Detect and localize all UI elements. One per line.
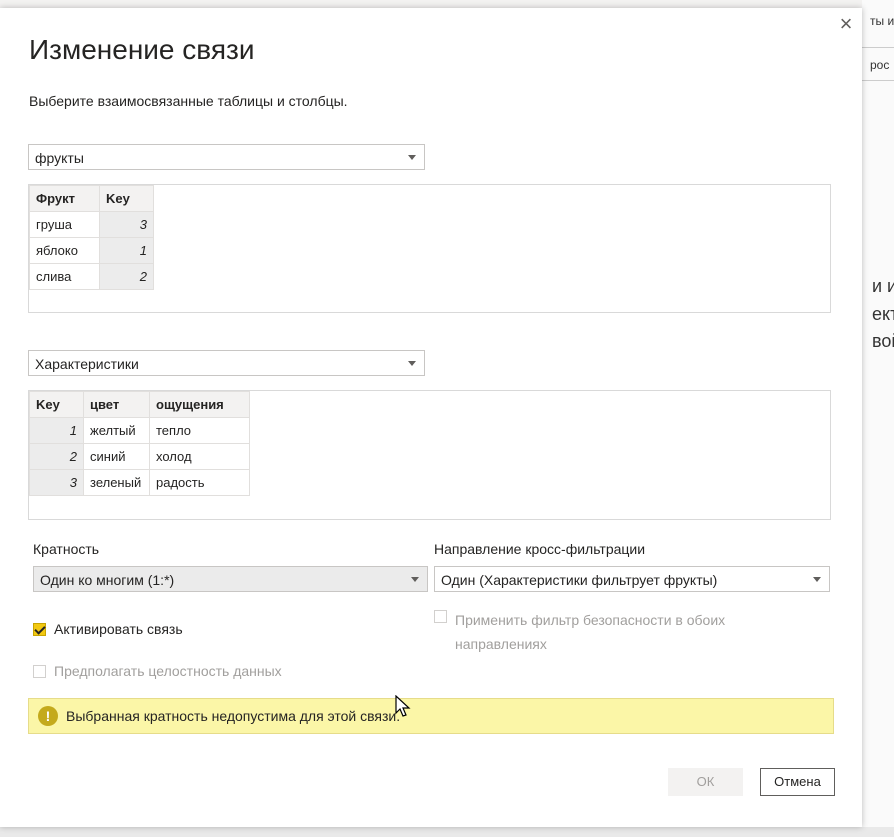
cardinality-label: Кратность (33, 541, 100, 557)
cell: 2 (99, 263, 154, 290)
chevron-down-icon (411, 577, 419, 582)
activate-relationship-checkbox[interactable]: Активировать связь (33, 621, 183, 637)
background-text: рос (870, 58, 890, 72)
background-app-statusbar (0, 827, 894, 837)
table2-preview: Key цвет ощущения 1 желтый тепло 2 синий… (28, 390, 831, 520)
security-filter-checkbox: Применить фильтр безопасности в обоих на… (434, 608, 725, 656)
table2-grid: Key цвет ощущения 1 желтый тепло 2 синий… (29, 391, 250, 496)
table1-select[interactable]: фрукты (28, 144, 425, 170)
divider (862, 80, 894, 81)
cardinality-select[interactable]: Один ко многим (1:*) (33, 566, 428, 592)
cell: тепло (149, 417, 250, 444)
divider (862, 47, 894, 48)
table-header-row: Фрукт Key (29, 185, 154, 212)
chevron-down-icon (408, 361, 416, 366)
cell: 1 (29, 417, 84, 444)
table1-preview: Фрукт Key груша 3 яблоко 1 слива 2 (28, 184, 831, 313)
table2-select[interactable]: Характеристики (28, 350, 425, 376)
table-row: 2 синий холод (29, 443, 250, 470)
security-filter-line2: направлениях (455, 636, 547, 652)
chevron-down-icon (408, 155, 416, 160)
checkbox-disabled-icon (434, 610, 447, 623)
cell: синий (83, 443, 150, 470)
warning-text: Выбранная кратность недопустима для этой… (66, 708, 401, 724)
table1-select-value: фрукты (35, 150, 84, 166)
crossfilter-label: Направление кросс-фильтрации (434, 541, 646, 557)
cardinality-select-value: Один ко многим (1:*) (40, 572, 175, 588)
background-text: ект (872, 304, 894, 324)
table1-grid: Фрукт Key груша 3 яблоко 1 слива 2 (29, 185, 154, 290)
table-row: слива 2 (29, 263, 154, 290)
table-row: 1 желтый тепло (29, 417, 250, 444)
cell: 3 (29, 469, 84, 496)
column-header[interactable]: цвет (83, 391, 150, 418)
activate-relationship-label: Активировать связь (54, 621, 183, 637)
background-app-panel: ты и рос и ил ект вой (862, 0, 894, 837)
cell: холод (149, 443, 250, 470)
warning-banner: ! Выбранная кратность недопустима для эт… (28, 698, 834, 734)
assume-integrity-checkbox: Предполагать целостность данных (33, 663, 282, 679)
chevron-down-icon (813, 577, 821, 582)
table-row: яблоко 1 (29, 237, 154, 264)
cell: радость (149, 469, 250, 496)
cancel-button[interactable]: Отмена (760, 768, 835, 796)
dialog-subtitle: Выберите взаимосвязанные таблицы и столб… (29, 93, 348, 109)
cell: 2 (29, 443, 84, 470)
background-text: вой (872, 331, 894, 351)
assume-integrity-label: Предполагать целостность данных (54, 663, 282, 679)
close-icon[interactable]: × (835, 13, 857, 35)
column-header[interactable]: Фрукт (29, 185, 100, 212)
security-filter-label: Применить фильтр безопасности в обоих на… (455, 608, 725, 656)
cell: зеленый (83, 469, 150, 496)
column-header[interactable]: Key (29, 391, 84, 418)
background-text: и ил (872, 276, 894, 296)
column-header[interactable]: ощущения (149, 391, 250, 418)
checkbox-checked-icon[interactable] (33, 622, 46, 636)
cell: яблоко (29, 237, 100, 264)
cell: 3 (99, 211, 154, 238)
edit-relationship-dialog: × Изменение связи Выберите взаимосвязанн… (0, 8, 862, 827)
security-filter-line1: Применить фильтр безопасности в обоих (455, 612, 726, 628)
crossfilter-select-value: Один (Характеристики фильтрует фрукты) (441, 572, 718, 588)
table-header-row: Key цвет ощущения (29, 391, 250, 418)
cell: слива (29, 263, 100, 290)
ok-button[interactable]: ОК (668, 768, 743, 796)
checkbox-disabled-icon (33, 664, 46, 678)
crossfilter-select[interactable]: Один (Характеристики фильтрует фрукты) (434, 566, 830, 592)
background-text: ты и (870, 14, 894, 28)
dialog-title: Изменение связи (29, 34, 255, 65)
table-row: 3 зеленый радость (29, 469, 250, 496)
table2-select-value: Характеристики (35, 356, 139, 372)
table-row: груша 3 (29, 211, 154, 238)
mouse-pointer-icon (395, 695, 411, 717)
warning-icon: ! (38, 706, 58, 726)
cell: 1 (99, 237, 154, 264)
column-header[interactable]: Key (99, 185, 154, 212)
cell: груша (29, 211, 100, 238)
cell: желтый (83, 417, 150, 444)
